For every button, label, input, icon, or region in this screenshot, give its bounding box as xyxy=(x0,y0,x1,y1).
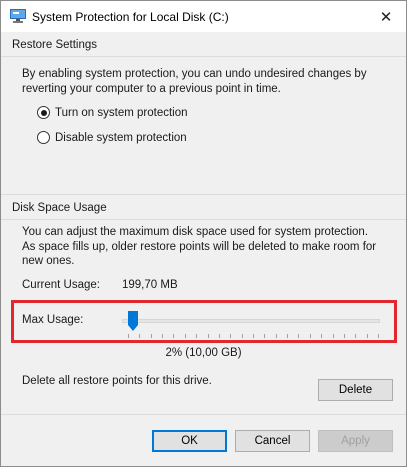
close-button[interactable]: ✕ xyxy=(366,1,406,32)
current-usage-value: 199,70 MB xyxy=(122,279,178,291)
slider-tick xyxy=(230,334,232,338)
disk-space-top-divider xyxy=(1,194,406,195)
footer-divider xyxy=(1,414,406,415)
window-title: System Protection for Local Disk (C:) xyxy=(32,10,229,24)
disk-space-usage-label: Disk Space Usage xyxy=(12,202,107,214)
slider-tick xyxy=(253,334,254,338)
disable-protection-radio[interactable]: Disable system protection xyxy=(37,131,187,144)
slider-tick xyxy=(264,334,266,338)
max-usage-slider-thumb[interactable] xyxy=(128,311,138,331)
slider-tick xyxy=(162,334,164,338)
disk-space-divider xyxy=(1,219,406,220)
slider-tick xyxy=(128,334,129,338)
slider-tick xyxy=(196,334,198,338)
slider-tick xyxy=(184,334,186,338)
apply-button: Apply xyxy=(318,430,393,452)
title-bar: System Protection for Local Disk (C:) ✕ xyxy=(1,1,406,32)
slider-tick xyxy=(298,334,300,338)
restore-settings-description: By enabling system protection, you can u… xyxy=(22,68,367,95)
slider-tick xyxy=(275,334,277,338)
slider-tick xyxy=(287,334,289,338)
current-usage-label: Current Usage: xyxy=(22,279,100,291)
slider-tick xyxy=(309,334,311,338)
restore-settings-label: Restore Settings xyxy=(12,39,98,51)
system-protection-icon xyxy=(10,9,26,23)
max-usage-slider-ticks xyxy=(128,334,379,338)
slider-tick xyxy=(343,334,345,338)
close-icon: ✕ xyxy=(379,8,393,26)
turn-on-protection-radio[interactable]: Turn on system protection xyxy=(37,106,188,119)
slider-tick xyxy=(218,334,220,338)
slider-tick xyxy=(139,334,141,338)
delete-restore-points-text: Delete all restore points for this drive… xyxy=(22,375,212,387)
restore-settings-divider xyxy=(1,56,406,57)
delete-button[interactable]: Delete xyxy=(318,379,393,401)
radio-selected-icon[interactable] xyxy=(37,106,50,119)
slider-tick xyxy=(173,334,175,338)
max-usage-slider-track[interactable] xyxy=(122,319,380,323)
disk-space-description: You can adjust the maximum disk space us… xyxy=(22,226,377,267)
max-usage-label: Max Usage: xyxy=(22,314,84,326)
slider-tick xyxy=(366,334,368,338)
slider-tick xyxy=(241,334,243,338)
slider-tick xyxy=(332,334,334,338)
system-protection-dialog: System Protection for Local Disk (C:) ✕ … xyxy=(0,0,407,467)
slider-tick xyxy=(207,334,209,338)
cancel-button[interactable]: Cancel xyxy=(235,430,310,452)
radio-unselected-icon[interactable] xyxy=(37,131,50,144)
slider-tick xyxy=(150,334,152,338)
slider-tick xyxy=(355,334,357,338)
disable-protection-label[interactable]: Disable system protection xyxy=(55,132,187,144)
max-usage-readout: 2% (10,00 GB) xyxy=(165,347,242,359)
slider-tick xyxy=(321,334,323,338)
slider-tick xyxy=(378,334,379,338)
ok-button[interactable]: OK xyxy=(152,430,227,452)
turn-on-protection-label[interactable]: Turn on system protection xyxy=(55,107,188,119)
